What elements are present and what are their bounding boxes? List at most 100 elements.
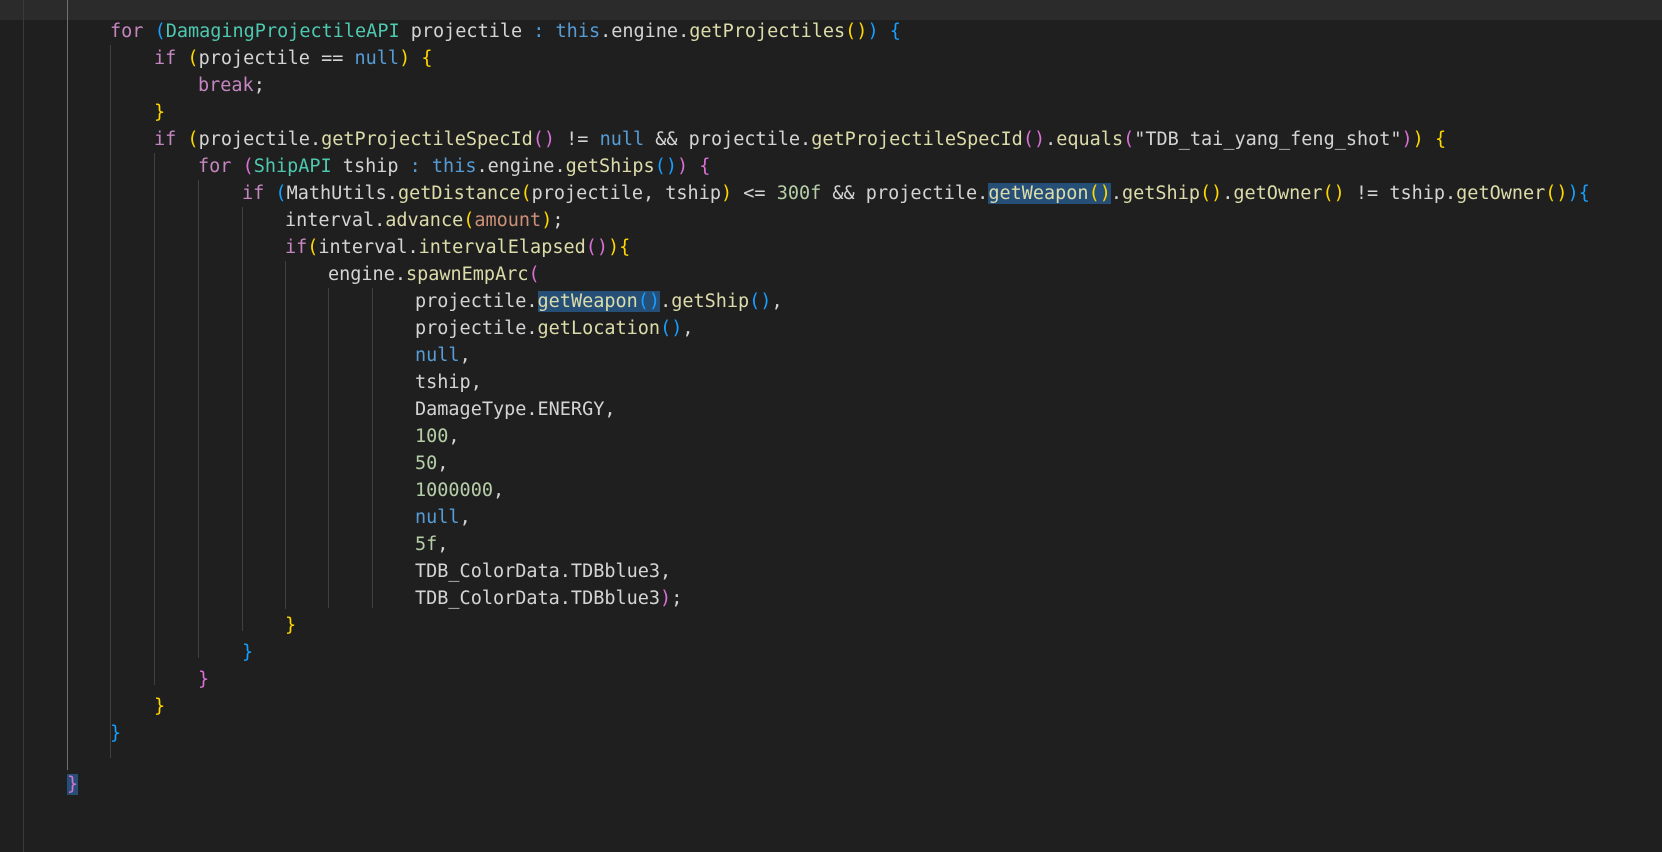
code-token: projectile == [198,48,355,69]
code-token: { [421,48,433,69]
code-token: ( [520,183,532,204]
code-line[interactable]: null, [415,504,471,532]
code-token: getProjectileSpecId [321,129,533,150]
code-line[interactable]: } [198,666,209,694]
code-token: } [242,642,254,663]
code-token: } [110,723,122,744]
code-line[interactable]: interval.advance(amount); [285,207,563,235]
code-token: engine. [328,264,406,285]
code-token: 5f [415,534,438,555]
code-token: getWeapon [537,291,638,312]
code-token: interval. [318,237,419,258]
code-editor[interactable]: for (DamagingProjectileAPI projectile : … [0,0,1662,852]
code-token: TDB_ColorData.TDBblue3 [415,588,661,609]
code-token: ( [275,183,287,204]
code-line[interactable]: 50, [415,450,448,478]
code-token: , [448,426,460,447]
code-token: "TDB_tai_yang_feng_shot" [1134,129,1402,150]
code-token: interval. [285,210,386,231]
code-token: getShip [671,291,750,312]
code-token: MathUtils. [286,183,398,204]
code-line[interactable]: if (projectile.getProjectileSpecId() != … [154,126,1446,154]
code-token: advance [385,210,464,231]
code-token: getProjectiles [689,21,846,42]
code-token: getProjectileSpecId [811,129,1023,150]
code-token: DamagingProjectileAPI [165,21,400,42]
code-token: 1000000 [415,480,493,501]
code-token: ( [307,237,319,258]
code-token: 300f [776,183,822,204]
code-token: ) [720,183,733,204]
code-token: , [492,480,505,501]
code-token: && projectile. [644,129,812,150]
code-line[interactable]: TDB_ColorData.TDBblue3, [415,558,671,586]
code-line[interactable]: tship, [415,369,482,397]
code-token: ( [463,210,475,231]
code-token: . [1222,183,1234,204]
code-line[interactable]: for (DamagingProjectileAPI projectile : … [110,18,901,46]
code-token: { [889,21,901,42]
code-token: ) [867,21,879,42]
code-line[interactable]: } [110,720,121,748]
code-line[interactable]: if (projectile == null) { [154,45,432,73]
code-line[interactable]: TDB_ColorData.TDBblue3); [415,585,682,613]
code-token: { [699,156,711,177]
code-line[interactable]: projectile.getLocation(), [415,315,693,343]
code-line[interactable]: engine.spawnEmpArc( [328,261,540,289]
code-token: .engine. [476,156,566,177]
code-line[interactable]: } [154,693,165,721]
editor-top-strip [0,0,1662,20]
code-token: equals [1056,129,1124,150]
code-line[interactable]: null, [415,342,471,370]
code-line[interactable]: 5f, [415,531,448,559]
code-token: tship [331,156,410,177]
code-token: && projectile. [821,183,989,204]
indent-guide [110,45,111,758]
code-token: ( [187,48,199,69]
code-token: , [437,453,449,474]
code-token: getShips [565,156,655,177]
code-line[interactable]: break; [198,72,265,100]
code-token: () [585,237,609,258]
code-line[interactable]: for (ShipAPI tship : this.engine.getShip… [198,153,710,181]
code-token: , [459,345,471,366]
code-token: () [654,156,677,177]
code-line[interactable]: if (MathUtils.getDistance(projectile, ts… [242,180,1590,208]
code-token: if [154,48,177,69]
code-token: ( [187,129,199,150]
code-token: } [154,102,166,123]
code-token: . [1045,129,1057,150]
gutter-divider [23,0,24,852]
code-token: .engine. [600,21,690,42]
code-token: () [749,291,772,312]
code-token: () [1022,129,1046,150]
code-line[interactable]: DamageType.ENERGY, [415,396,615,424]
code-token: DamageType.ENERGY, [415,399,616,420]
code-token: if [285,237,308,258]
code-line[interactable]: if(interval.intervalElapsed()){ [285,234,630,262]
code-line[interactable]: } [154,99,165,127]
code-token: () [1545,183,1568,204]
code-line[interactable]: } [242,639,253,667]
code-token: amount [474,210,542,231]
code-token: projectile, tship [531,183,721,204]
code-line[interactable]: 100, [415,423,460,451]
code-token: ) [1567,183,1579,204]
code-token: ) [1412,129,1424,150]
code-token: != [555,129,600,150]
code-line[interactable]: } [285,612,296,640]
code-line[interactable]: projectile.getWeapon().getShip(), [415,288,783,316]
code-line[interactable]: } [67,771,79,799]
indent-guide [198,180,199,658]
code-token: , [459,507,471,528]
code-token: spawnEmpArc [405,264,529,285]
code-token: ) [541,210,553,231]
code-token: getWeapon [988,183,1089,204]
code-token: () [1088,183,1111,204]
code-line[interactable]: 1000000, [415,477,504,505]
